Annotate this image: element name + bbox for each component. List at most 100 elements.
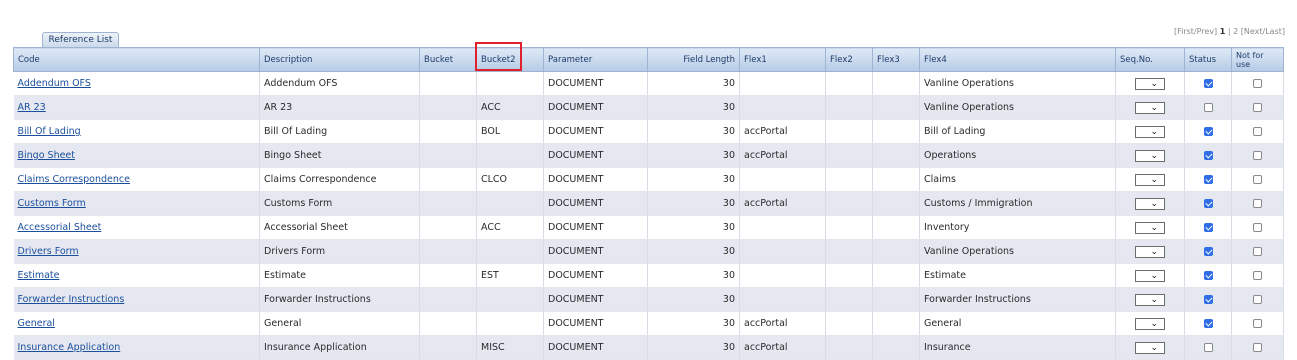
cell-bucket (419, 143, 477, 168)
status-checkbox[interactable] (1203, 79, 1213, 88)
code-link[interactable]: General (18, 318, 55, 329)
cell-not-for-use (1231, 335, 1284, 360)
cell-bucket2: ACC (476, 215, 544, 240)
not-for-use-checkbox[interactable] (1253, 271, 1262, 280)
cell-bucket (419, 71, 477, 96)
seq-no-select[interactable]: ⌄ (1135, 125, 1165, 138)
code-link[interactable]: Addendum OFS (18, 78, 91, 89)
col-header-flex4[interactable]: Flex4 (919, 47, 1116, 72)
code-link[interactable]: Bingo Sheet (18, 150, 76, 161)
seq-no-select[interactable]: ⌄ (1135, 173, 1165, 186)
col-header-description[interactable]: Description (259, 47, 420, 72)
status-checkbox[interactable] (1203, 343, 1213, 352)
not-for-use-checkbox[interactable] (1253, 319, 1262, 328)
col-header-flex3[interactable]: Flex3 (872, 47, 920, 72)
not-for-use-checkbox[interactable] (1253, 175, 1262, 184)
page-2-link[interactable]: 2 (1233, 27, 1238, 36)
col-header-field-length[interactable]: Field Length (647, 47, 740, 72)
cell-bucket2: BOL (476, 119, 544, 144)
status-checkbox[interactable] (1203, 175, 1213, 184)
code-link[interactable]: Estimate (18, 270, 60, 281)
seq-no-select[interactable]: ⌄ (1135, 149, 1165, 162)
status-checkbox[interactable] (1203, 319, 1213, 328)
cell-bucket2 (476, 143, 544, 168)
not-for-use-checkbox[interactable] (1253, 151, 1262, 160)
cell-field-length: 30 (647, 119, 740, 144)
chevron-down-icon: ⌄ (1150, 174, 1158, 185)
seq-no-select[interactable]: ⌄ (1135, 245, 1165, 258)
cell-description: General (259, 311, 420, 336)
not-for-use-checkbox[interactable] (1253, 103, 1262, 112)
col-header-status[interactable]: Status (1184, 47, 1232, 72)
cell-description: Customs Form (259, 191, 420, 216)
status-checkbox[interactable] (1203, 199, 1213, 208)
first-prev-link[interactable]: [First/Prev] (1174, 27, 1217, 36)
seq-no-select[interactable]: ⌄ (1135, 77, 1165, 90)
cell-flex3 (872, 71, 920, 96)
cell-parameter: DOCUMENT (543, 311, 648, 336)
code-link[interactable]: Claims Correspondence (18, 174, 130, 185)
code-link[interactable]: Customs Form (18, 198, 86, 209)
code-link[interactable]: Accessorial Sheet (18, 222, 102, 233)
reference-list-table: Code Description Bucket Bucket2 Paramete… (13, 47, 1284, 360)
code-link[interactable]: Insurance Application (18, 342, 121, 353)
cell-bucket2 (476, 287, 544, 312)
cell-parameter: DOCUMENT (543, 71, 648, 96)
seq-no-select[interactable]: ⌄ (1135, 101, 1165, 114)
cell-flex2 (825, 167, 873, 192)
cell-flex4: General (919, 311, 1116, 336)
code-link[interactable]: Drivers Form (18, 246, 79, 257)
cell-seq-no: ⌄ (1115, 95, 1185, 120)
col-header-not-for-use[interactable]: Not for use (1231, 47, 1284, 72)
cell-description: AR 23 (259, 95, 420, 120)
cell-status (1184, 263, 1232, 288)
seq-no-select[interactable]: ⌄ (1135, 341, 1165, 354)
not-for-use-checkbox[interactable] (1253, 247, 1262, 256)
col-header-flex1[interactable]: Flex1 (739, 47, 826, 72)
status-checkbox[interactable] (1203, 247, 1213, 256)
cell-bucket (419, 95, 477, 120)
cell-flex3 (872, 311, 920, 336)
page-separator: | (1227, 27, 1231, 36)
col-header-flex2[interactable]: Flex2 (825, 47, 873, 72)
seq-no-select[interactable]: ⌄ (1135, 221, 1165, 234)
cell-status (1184, 119, 1232, 144)
cell-flex3 (872, 143, 920, 168)
code-link[interactable]: Bill Of Lading (18, 126, 81, 137)
not-for-use-checkbox[interactable] (1253, 295, 1262, 304)
status-checkbox[interactable] (1203, 223, 1213, 232)
col-header-seq-no[interactable]: Seq.No. (1115, 47, 1185, 72)
reference-list-tab[interactable]: Reference List (42, 32, 119, 48)
status-checkbox[interactable] (1203, 151, 1213, 160)
code-link[interactable]: AR 23 (18, 102, 46, 113)
cell-seq-no: ⌄ (1115, 287, 1185, 312)
col-header-parameter[interactable]: Parameter (543, 47, 648, 72)
not-for-use-checkbox[interactable] (1253, 223, 1262, 232)
cell-bucket2: MISC (476, 335, 544, 360)
seq-no-select[interactable]: ⌄ (1135, 197, 1165, 210)
seq-no-select[interactable]: ⌄ (1135, 293, 1165, 306)
code-link[interactable]: Forwarder Instructions (18, 294, 125, 305)
cell-flex3 (872, 95, 920, 120)
status-checkbox[interactable] (1203, 103, 1213, 112)
cell-parameter: DOCUMENT (543, 167, 648, 192)
not-for-use-checkbox[interactable] (1253, 79, 1262, 88)
cell-flex4: Forwarder Instructions (919, 287, 1116, 312)
col-header-code[interactable]: Code (13, 47, 260, 72)
not-for-use-checkbox[interactable] (1253, 343, 1262, 352)
status-checkbox[interactable] (1203, 295, 1213, 304)
cell-parameter: DOCUMENT (543, 191, 648, 216)
cell-bucket (419, 263, 477, 288)
seq-no-select[interactable]: ⌄ (1135, 269, 1165, 282)
col-header-bucket[interactable]: Bucket (419, 47, 477, 72)
status-checkbox[interactable] (1203, 271, 1213, 280)
status-checkbox[interactable] (1203, 127, 1213, 136)
seq-no-select[interactable]: ⌄ (1135, 317, 1165, 330)
cell-seq-no: ⌄ (1115, 119, 1185, 144)
page-1-link[interactable]: 1 (1220, 27, 1226, 36)
next-last-link[interactable]: [Next/Last] (1241, 27, 1285, 36)
not-for-use-checkbox[interactable] (1253, 199, 1262, 208)
not-for-use-checkbox[interactable] (1253, 127, 1262, 136)
pagination: [First/Prev] 1 | 2 [Next/Last] (1174, 27, 1285, 36)
cell-field-length: 30 (647, 215, 740, 240)
